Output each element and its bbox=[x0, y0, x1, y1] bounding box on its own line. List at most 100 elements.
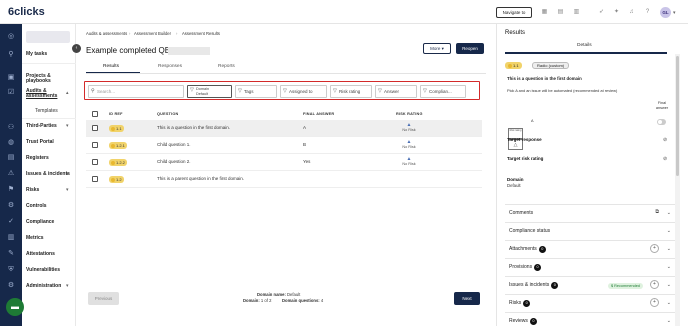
globe-icon[interactable]: ◍ bbox=[6, 138, 16, 147]
risk-cell: ▲ No Risk bbox=[396, 156, 422, 166]
search-input[interactable]: ⚲ Search... bbox=[88, 85, 184, 98]
tab-responses[interactable]: Responses bbox=[158, 64, 182, 69]
col-id[interactable]: ID REF bbox=[109, 112, 123, 116]
chat-icon[interactable]: ▬ bbox=[6, 298, 24, 316]
section-comments[interactable]: Comments ⧉ ⌄ bbox=[505, 204, 675, 222]
avatar[interactable]: GL bbox=[660, 7, 671, 18]
metrics-icon[interactable]: ▥ bbox=[6, 233, 16, 242]
answer-filter[interactable]: ▽ Answer bbox=[375, 85, 417, 98]
compliance-icon[interactable]: ✓ bbox=[6, 217, 16, 226]
option-a: A bbox=[531, 119, 534, 123]
help-icon[interactable]: ? bbox=[644, 9, 651, 15]
breadcrumb-builder[interactable]: Assessment Builder bbox=[134, 31, 171, 36]
lightbulb-icon[interactable]: ✦ bbox=[613, 9, 620, 15]
sidebar-item-projects[interactable]: Projects & playbooks bbox=[26, 74, 66, 84]
sidebar-item-third-parties[interactable]: Third-Parties bbox=[26, 123, 57, 129]
building-icon[interactable]: ▦ bbox=[541, 9, 548, 15]
add-icon[interactable]: + bbox=[650, 244, 659, 253]
breadcrumb-audits[interactable]: Audits & assessments bbox=[86, 31, 127, 36]
scrollbar[interactable] bbox=[675, 54, 680, 326]
controls-icon[interactable]: ⚙ bbox=[6, 201, 16, 210]
section-reviews[interactable]: Reviews 0 ⌄ bbox=[505, 312, 675, 330]
sidebar-item-audits[interactable]: Audits & assessments bbox=[26, 89, 64, 99]
shop-icon[interactable]: ▤ bbox=[557, 9, 564, 15]
recommended-badge: $ Recommended bbox=[608, 283, 643, 289]
global-icon[interactable]: ◎ bbox=[6, 32, 16, 41]
chevron-down-icon[interactable]: ▾ bbox=[66, 171, 69, 177]
chevron-down-icon[interactable]: ▾ bbox=[673, 10, 676, 16]
col-answer[interactable]: FINAL ANSWER bbox=[303, 112, 334, 116]
sidebar-item-my-tasks[interactable]: My tasks bbox=[26, 51, 47, 57]
tags-filter[interactable]: ▽ Tags bbox=[235, 85, 277, 98]
external-link-icon[interactable]: ⧉ bbox=[655, 209, 659, 215]
section-issues[interactable]: Issues & incidents 0 $ Recommended + ⌄ bbox=[505, 276, 675, 294]
sidebar-item-metrics[interactable]: Metrics bbox=[26, 235, 44, 241]
rocket-icon[interactable]: ➶ bbox=[598, 9, 605, 15]
tab-results[interactable]: Results bbox=[103, 64, 119, 69]
register-icon[interactable]: ▤ bbox=[6, 153, 16, 162]
next-button[interactable]: Next bbox=[454, 292, 480, 305]
question-text: This is a parent question in the first d… bbox=[157, 176, 245, 181]
grid-icon[interactable]: ▥ bbox=[573, 9, 580, 15]
sidebar-item-registers[interactable]: Registers bbox=[26, 155, 49, 161]
workspace-selector[interactable] bbox=[26, 31, 70, 43]
final-answer-toggle[interactable] bbox=[657, 119, 666, 125]
chevron-down-icon: ⌄ bbox=[666, 210, 671, 216]
sidebar-item-issues[interactable]: Issues & incidents bbox=[26, 171, 70, 177]
tab-reports[interactable]: Reports bbox=[218, 64, 235, 69]
table-row[interactable]: 1.1 This is a question in the first doma… bbox=[86, 120, 482, 137]
col-risk[interactable]: RISK RATING bbox=[396, 112, 423, 116]
third-party-icon[interactable]: ⚇ bbox=[6, 123, 16, 132]
issue-icon[interactable]: ⚠ bbox=[6, 169, 16, 178]
sidebar-item-risks[interactable]: Risks bbox=[26, 187, 39, 193]
chevron-down-icon[interactable]: ▾ bbox=[66, 123, 69, 129]
row-checkbox[interactable] bbox=[92, 142, 98, 148]
risk-filter[interactable]: ▽ Risk rating bbox=[330, 85, 372, 98]
risk-icon[interactable]: ⚑ bbox=[6, 185, 16, 194]
more-button[interactable]: More ▾ bbox=[423, 43, 451, 54]
shield-icon[interactable]: ⛨ bbox=[6, 265, 16, 274]
audit-icon[interactable]: ☑ bbox=[6, 88, 16, 97]
filter-icon: ▽ bbox=[283, 88, 287, 94]
row-checkbox[interactable] bbox=[92, 176, 98, 182]
chevron-down-icon[interactable]: ▾ bbox=[66, 187, 69, 193]
assigned-filter[interactable]: ▽ Assigned to bbox=[280, 85, 327, 98]
add-icon[interactable]: + bbox=[650, 298, 659, 307]
sidebar-item-templates[interactable]: Templates bbox=[35, 108, 58, 114]
sidebar-item-attestations[interactable]: Attestations bbox=[26, 251, 55, 257]
compliance-filter[interactable]: ▽ Complian... bbox=[420, 85, 466, 98]
attestation-icon[interactable]: ✎ bbox=[6, 249, 16, 258]
page-title: Example completed QBA bbox=[86, 46, 176, 55]
section-attachments[interactable]: Attachments 0 + ⌄ bbox=[505, 240, 675, 258]
add-icon[interactable]: + bbox=[650, 280, 659, 289]
table-row[interactable]: 1.2 This is a parent question in the fir… bbox=[86, 171, 482, 188]
reopen-button[interactable]: Reopen bbox=[456, 43, 484, 54]
eye-hidden-icon[interactable]: ⊘ bbox=[663, 137, 667, 143]
briefcase-icon[interactable]: ▣ bbox=[6, 73, 16, 82]
sidebar-item-controls[interactable]: Controls bbox=[26, 203, 47, 209]
domain-filter[interactable]: ▽ Domain Default bbox=[187, 85, 232, 98]
tab-details[interactable]: Details bbox=[577, 43, 592, 48]
sidebar-item-compliance[interactable]: Compliance bbox=[26, 219, 54, 225]
user-icon[interactable]: ⚲ bbox=[6, 50, 16, 59]
admin-icon[interactable]: ⚙ bbox=[6, 281, 16, 290]
table-row[interactable]: 1.2.2 Child question 2. Yes ▲ No Risk bbox=[86, 154, 482, 171]
section-provisions[interactable]: Provisions 0 ⌄ bbox=[505, 258, 675, 276]
sidebar-item-administration[interactable]: Administration bbox=[26, 283, 61, 289]
section-compliance-status[interactable]: Compliance status ⌄ bbox=[505, 222, 675, 240]
table-row[interactable]: 1.2.1 Child question 1. B ▲ No Risk bbox=[86, 137, 482, 154]
sidebar-item-trust-portal[interactable]: Trust Portal bbox=[26, 139, 54, 145]
row-checkbox[interactable] bbox=[92, 159, 98, 165]
chevron-down-icon[interactable]: ▾ bbox=[66, 283, 69, 289]
navigate-to-button[interactable]: Navigate to bbox=[496, 7, 532, 18]
bell-icon[interactable]: ♫ bbox=[628, 9, 635, 15]
chevron-up-icon[interactable]: ▴ bbox=[66, 90, 69, 96]
eye-hidden-icon[interactable]: ⊘ bbox=[663, 156, 667, 162]
col-question[interactable]: QUESTION bbox=[157, 112, 178, 116]
previous-button[interactable]: Previous bbox=[88, 292, 119, 305]
app-logo[interactable]: 6clicks bbox=[8, 6, 45, 18]
select-all-checkbox[interactable] bbox=[92, 111, 98, 117]
sidebar-item-vulnerabilities[interactable]: Vulnerabilities bbox=[26, 267, 60, 273]
section-risks[interactable]: Risks 0 + ⌄ bbox=[505, 294, 675, 312]
row-checkbox[interactable] bbox=[92, 125, 98, 131]
